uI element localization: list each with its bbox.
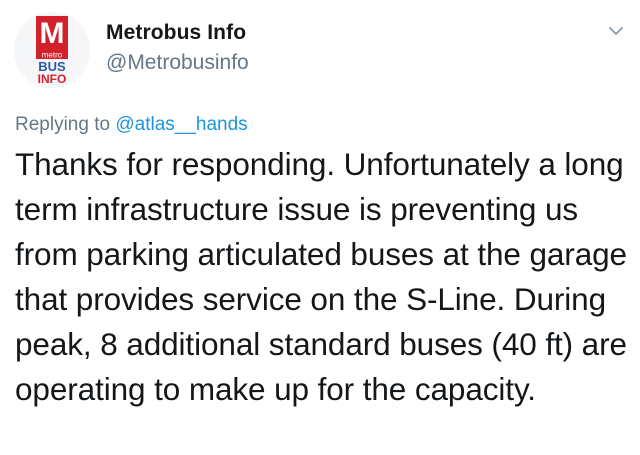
tweet-card: M metro BUS INFO Metrobus Info @Metrobus…: [0, 0, 640, 455]
avatar[interactable]: M metro BUS INFO: [14, 12, 90, 88]
display-name[interactable]: Metrobus Info: [106, 21, 246, 45]
svg-text:INFO: INFO: [38, 72, 67, 86]
chevron-down-icon[interactable]: [608, 24, 624, 36]
replying-to-label: Replying to: [15, 114, 111, 135]
metrobus-logo-icon: M metro BUS INFO: [14, 12, 90, 88]
reply-mention-link[interactable]: @atlas__hands: [115, 114, 247, 135]
tweet-text: Thanks for responding. Unfortunately a l…: [15, 146, 627, 407]
user-handle[interactable]: @Metrobusinfo: [106, 51, 249, 75]
replying-to: Replying to @atlas__hands: [15, 114, 248, 136]
svg-text:M: M: [40, 17, 65, 50]
